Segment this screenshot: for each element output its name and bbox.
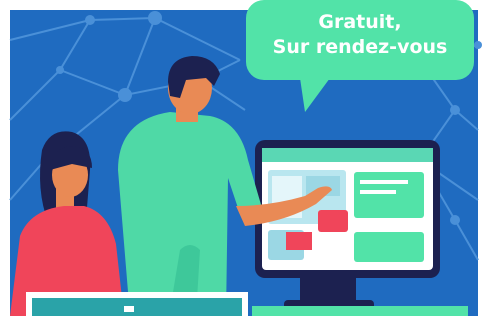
- bottom-bar: [252, 306, 468, 316]
- bottom-card: [26, 292, 248, 316]
- bubble-line-2: Sur rendez-vous: [272, 36, 448, 58]
- bubble-line-1: Gratuit,: [318, 11, 402, 33]
- speech-bubble-text: Gratuit, Sur rendez-vous: [246, 10, 474, 60]
